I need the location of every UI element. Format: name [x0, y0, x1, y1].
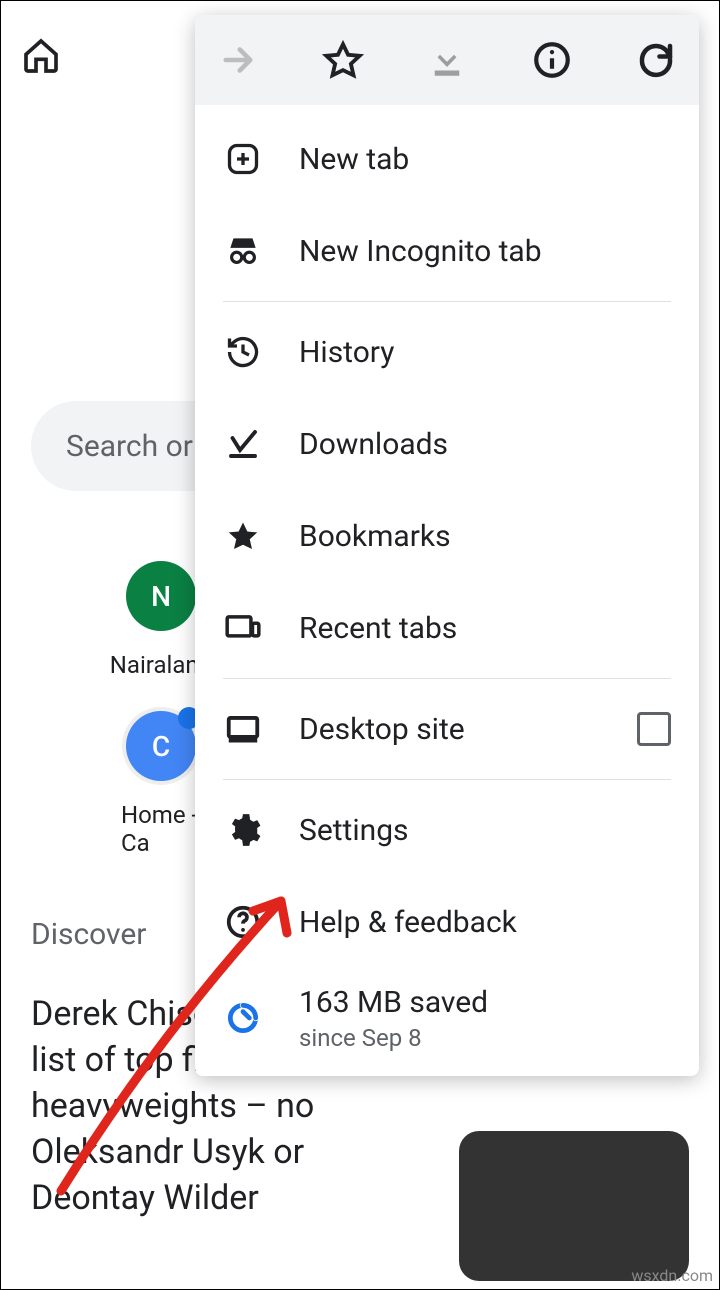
menu-settings[interactable]: Settings	[195, 784, 699, 876]
menu-divider	[223, 678, 671, 679]
gear-icon	[223, 810, 263, 850]
watermark: wsxdn.com	[631, 1266, 713, 1285]
page-info-button[interactable]	[531, 39, 573, 81]
help-icon	[223, 902, 263, 942]
reload-button[interactable]	[635, 39, 677, 81]
search-placeholder: Search or	[66, 429, 193, 464]
menu-label: New Incognito tab	[299, 234, 542, 269]
data-since-label: since Sep 8	[299, 1024, 488, 1052]
tile-label: Home - Ca	[121, 801, 201, 857]
recent-tabs-icon	[223, 608, 263, 648]
menu-divider	[223, 301, 671, 302]
menu-incognito-tab[interactable]: New Incognito tab	[195, 205, 699, 297]
bookmarks-icon	[223, 516, 263, 556]
forward-button[interactable]	[217, 39, 259, 81]
menu-label: History	[299, 335, 394, 370]
menu-label: Recent tabs	[299, 611, 457, 646]
downloads-icon	[223, 424, 263, 464]
tile-icon: C	[126, 711, 196, 781]
menu-data-saver[interactable]: 163 MB saved since Sep 8	[195, 968, 699, 1068]
menu-history[interactable]: History	[195, 306, 699, 398]
history-icon	[223, 332, 263, 372]
menu-bookmarks[interactable]: Bookmarks	[195, 490, 699, 582]
menu-help-feedback[interactable]: Help & feedback	[195, 876, 699, 968]
menu-label: Settings	[299, 813, 409, 848]
menu-label: New tab	[299, 142, 409, 177]
menu-recent-tabs[interactable]: Recent tabs	[195, 582, 699, 674]
home-icon[interactable]	[21, 36, 61, 76]
data-saved-label: 163 MB saved	[299, 985, 488, 1020]
menu-divider	[223, 779, 671, 780]
data-saver-icon	[223, 998, 263, 1038]
article-thumbnail[interactable]	[459, 1131, 689, 1281]
menu-desktop-site[interactable]: Desktop site	[195, 683, 699, 775]
bookmark-star-button[interactable]	[322, 39, 364, 81]
menu-label: Desktop site	[299, 712, 465, 747]
menu-label: Help & feedback	[299, 905, 517, 940]
overflow-menu: New tab New Incognito tab History Downlo…	[195, 15, 699, 1076]
desktop-site-checkbox[interactable]	[637, 712, 671, 746]
download-button[interactable]	[426, 39, 468, 81]
menu-downloads[interactable]: Downloads	[195, 398, 699, 490]
new-tab-icon	[223, 139, 263, 179]
menu-label: Bookmarks	[299, 519, 451, 554]
menu-label: Downloads	[299, 427, 448, 462]
shortcut-tile-home[interactable]: C Home - Ca	[121, 711, 201, 857]
desktop-icon	[223, 709, 263, 749]
menu-new-tab[interactable]: New tab	[195, 113, 699, 205]
tile-icon: N	[126, 561, 196, 631]
incognito-icon	[223, 231, 263, 271]
